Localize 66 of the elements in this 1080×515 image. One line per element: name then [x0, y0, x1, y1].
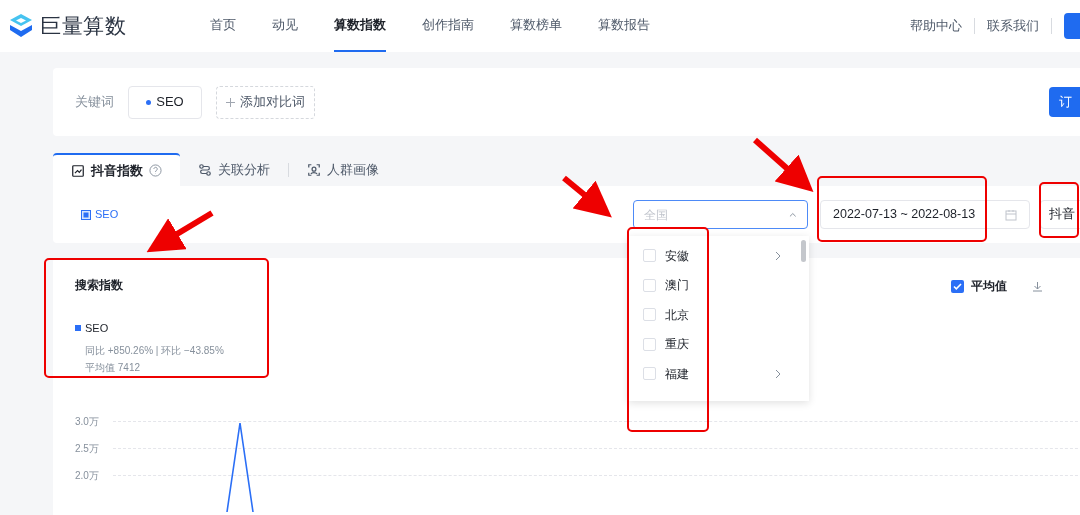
scrollbar-thumb[interactable] [801, 240, 806, 262]
region-name: 重庆 [665, 336, 689, 354]
region-name: 安徽 [665, 247, 689, 265]
average-checkbox[interactable] [951, 279, 964, 293]
header-link[interactable]: 联系我们 [987, 16, 1039, 36]
keyword-label: 关键词 [75, 93, 114, 112]
header-link[interactable]: 帮助中心 [910, 16, 962, 36]
region-option[interactable]: 北京 [628, 300, 801, 330]
region-option[interactable]: 重庆 [628, 329, 801, 359]
help-icon[interactable] [149, 164, 162, 177]
legend-square-icon [81, 209, 91, 220]
region-name: 北京 [665, 306, 689, 324]
axis-label: 3.0万 [75, 415, 100, 429]
date-range-field[interactable]: 2022-07-13 ~ 2022-08-13 [820, 200, 1030, 229]
add-keyword-button[interactable]: 添加对比词 [216, 85, 315, 119]
region-input[interactable]: 全国 [644, 205, 790, 224]
comparison-text: 同比 +850.26% | 环比 −43.85% [85, 343, 224, 358]
keyword-chip[interactable]: SEO [128, 85, 202, 119]
platform-value: 抖音 [1049, 206, 1075, 224]
highlight-frame [1039, 182, 1079, 238]
region-name: 澳门 [665, 277, 689, 295]
region-option[interactable]: 安徽 [628, 241, 801, 271]
pointer-arrow [562, 175, 612, 218]
tab[interactable]: 关联分析 [180, 153, 288, 186]
nav-link[interactable]: 动见 [272, 0, 299, 52]
pointer-arrow [146, 210, 214, 253]
logo-icon [8, 13, 34, 39]
download-icon[interactable] [1032, 280, 1043, 292]
tab-label: 抖音指数 [91, 161, 143, 180]
chart-icon [71, 163, 85, 178]
check-icon [953, 282, 962, 290]
pointer-arrow [753, 137, 814, 192]
legend-label: SEO [95, 207, 119, 223]
series-name: SEO [85, 321, 109, 336]
person-icon [307, 162, 321, 177]
nav-link[interactable]: 算数报告 [598, 0, 651, 52]
keyword-text: SEO [156, 93, 184, 112]
region-checkbox[interactable] [643, 367, 656, 381]
link-icon [198, 162, 212, 177]
region-option[interactable]: 澳门 [628, 270, 801, 300]
caret-icon [789, 212, 797, 217]
nav-link[interactable]: 算数指数 [334, 0, 387, 52]
subscribe-button[interactable]: 订 [1049, 87, 1080, 117]
region-name: 福建 [665, 365, 689, 383]
axis-label: 2.0万 [75, 469, 100, 483]
region-checkbox[interactable] [643, 337, 656, 351]
average-text: 平均值 7412 [85, 360, 142, 375]
axis-label: 2.5万 [75, 442, 100, 456]
calendar-icon [1005, 208, 1017, 221]
region-checkbox[interactable] [643, 249, 656, 263]
tab-label: 人群画像 [327, 160, 379, 179]
region-option[interactable]: 福建 [628, 359, 801, 389]
region-checkbox[interactable] [643, 278, 656, 292]
date-range-value: 2022-07-13 ~ 2022-08-13 [833, 206, 976, 224]
nav-link[interactable]: 算数榜单 [510, 0, 563, 52]
tab[interactable]: 人群画像 [289, 153, 397, 186]
region-checkbox[interactable] [643, 308, 656, 322]
tab[interactable]: 抖音指数 [53, 153, 180, 186]
average-toggle-label: 平均值 [971, 278, 1007, 295]
tab-label: 关联分析 [218, 160, 270, 179]
nav-link[interactable]: 首页 [210, 0, 237, 52]
plus-icon [226, 97, 235, 107]
region-select[interactable]: 全国 [633, 200, 808, 229]
brand-name: 巨量算数 [40, 13, 127, 40]
chart-title: 搜索指数 [75, 277, 124, 294]
nav-link[interactable]: 创作指南 [422, 0, 475, 52]
